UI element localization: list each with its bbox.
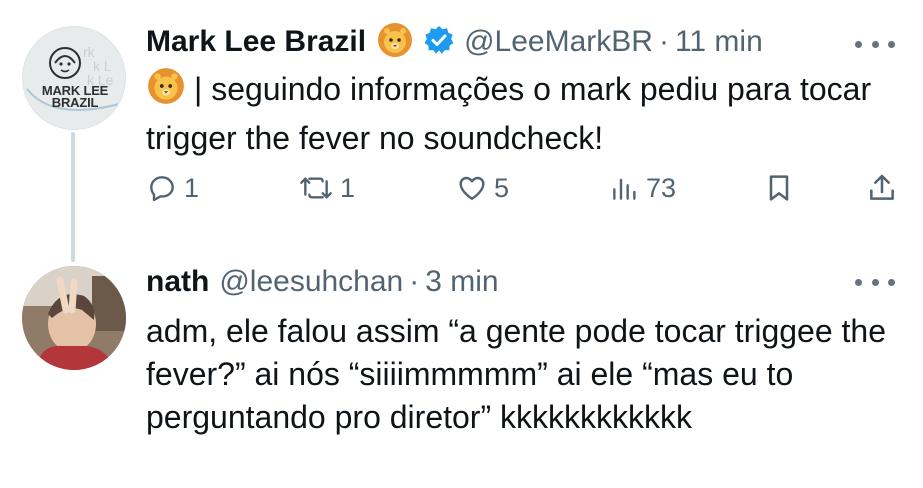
more-options-icon[interactable] (855, 272, 895, 292)
reply-button[interactable]: 1 (146, 172, 199, 204)
avatar-logo-text: MARK LEE BRAZIL (41, 83, 109, 110)
reply-count: 1 (184, 172, 200, 203)
heart-icon (459, 176, 485, 200)
tweet-header: Mark Lee Brazil @LeeMarkBR · 11 min (146, 22, 763, 62)
separator-dot: · (409, 265, 420, 298)
thread-view: rk k L k Le MARK LEE BRAZIL Mark Lee Bra… (0, 0, 923, 488)
tweet-body: | seguindo informações o mark pediu para… (146, 66, 886, 160)
timestamp[interactable]: 3 min (425, 265, 498, 299)
analytics-bars-icon (613, 178, 636, 200)
author-handle[interactable]: @LeeMarkBR (464, 25, 653, 59)
retweet-button[interactable]: 1 (298, 172, 355, 204)
author-name[interactable]: Mark Lee Brazil (146, 25, 366, 59)
lion-face-icon (146, 66, 186, 117)
tweet[interactable]: nath @leesuhchan · 3 min adm, ele falou … (0, 250, 923, 488)
view-count: 73 (646, 172, 677, 203)
author-handle[interactable]: @leesuhchan (219, 265, 403, 299)
retweet-icon (300, 177, 332, 199)
tweet-text: | seguindo informações o mark pediu para… (146, 71, 872, 156)
retweet-count: 1 (340, 172, 356, 203)
tweet[interactable]: rk k L k Le MARK LEE BRAZIL Mark Lee Bra… (0, 0, 923, 250)
like-count: 5 (494, 172, 510, 203)
bookmark-icon (769, 175, 789, 201)
author-name[interactable]: nath (146, 265, 209, 299)
avatar-photo (22, 266, 126, 370)
separator-dot: · (658, 25, 669, 58)
share-button[interactable] (866, 172, 898, 204)
tweet-body: adm, ele falou assim “a gente pode tocar… (146, 310, 886, 439)
tweet-actions: 1 1 5 73 (146, 172, 906, 214)
avatar-logo-graphic: rk k L k Le (23, 27, 125, 129)
bookmark-button[interactable] (764, 172, 794, 204)
avatar[interactable] (22, 266, 126, 370)
share-icon (870, 174, 894, 200)
avatar[interactable]: rk k L k Le MARK LEE BRAZIL (22, 26, 126, 130)
lion-face-icon (376, 21, 414, 64)
timestamp[interactable]: 11 min (675, 25, 763, 59)
more-options-icon[interactable] (855, 34, 895, 54)
reply-icon (150, 176, 174, 202)
tweet-text: adm, ele falou assim “a gente pode tocar… (146, 313, 886, 435)
views-button[interactable]: 73 (610, 172, 676, 204)
tweet-header: nath @leesuhchan · 3 min (146, 262, 499, 302)
like-button[interactable]: 5 (456, 172, 509, 204)
verified-badge-icon (424, 25, 454, 60)
